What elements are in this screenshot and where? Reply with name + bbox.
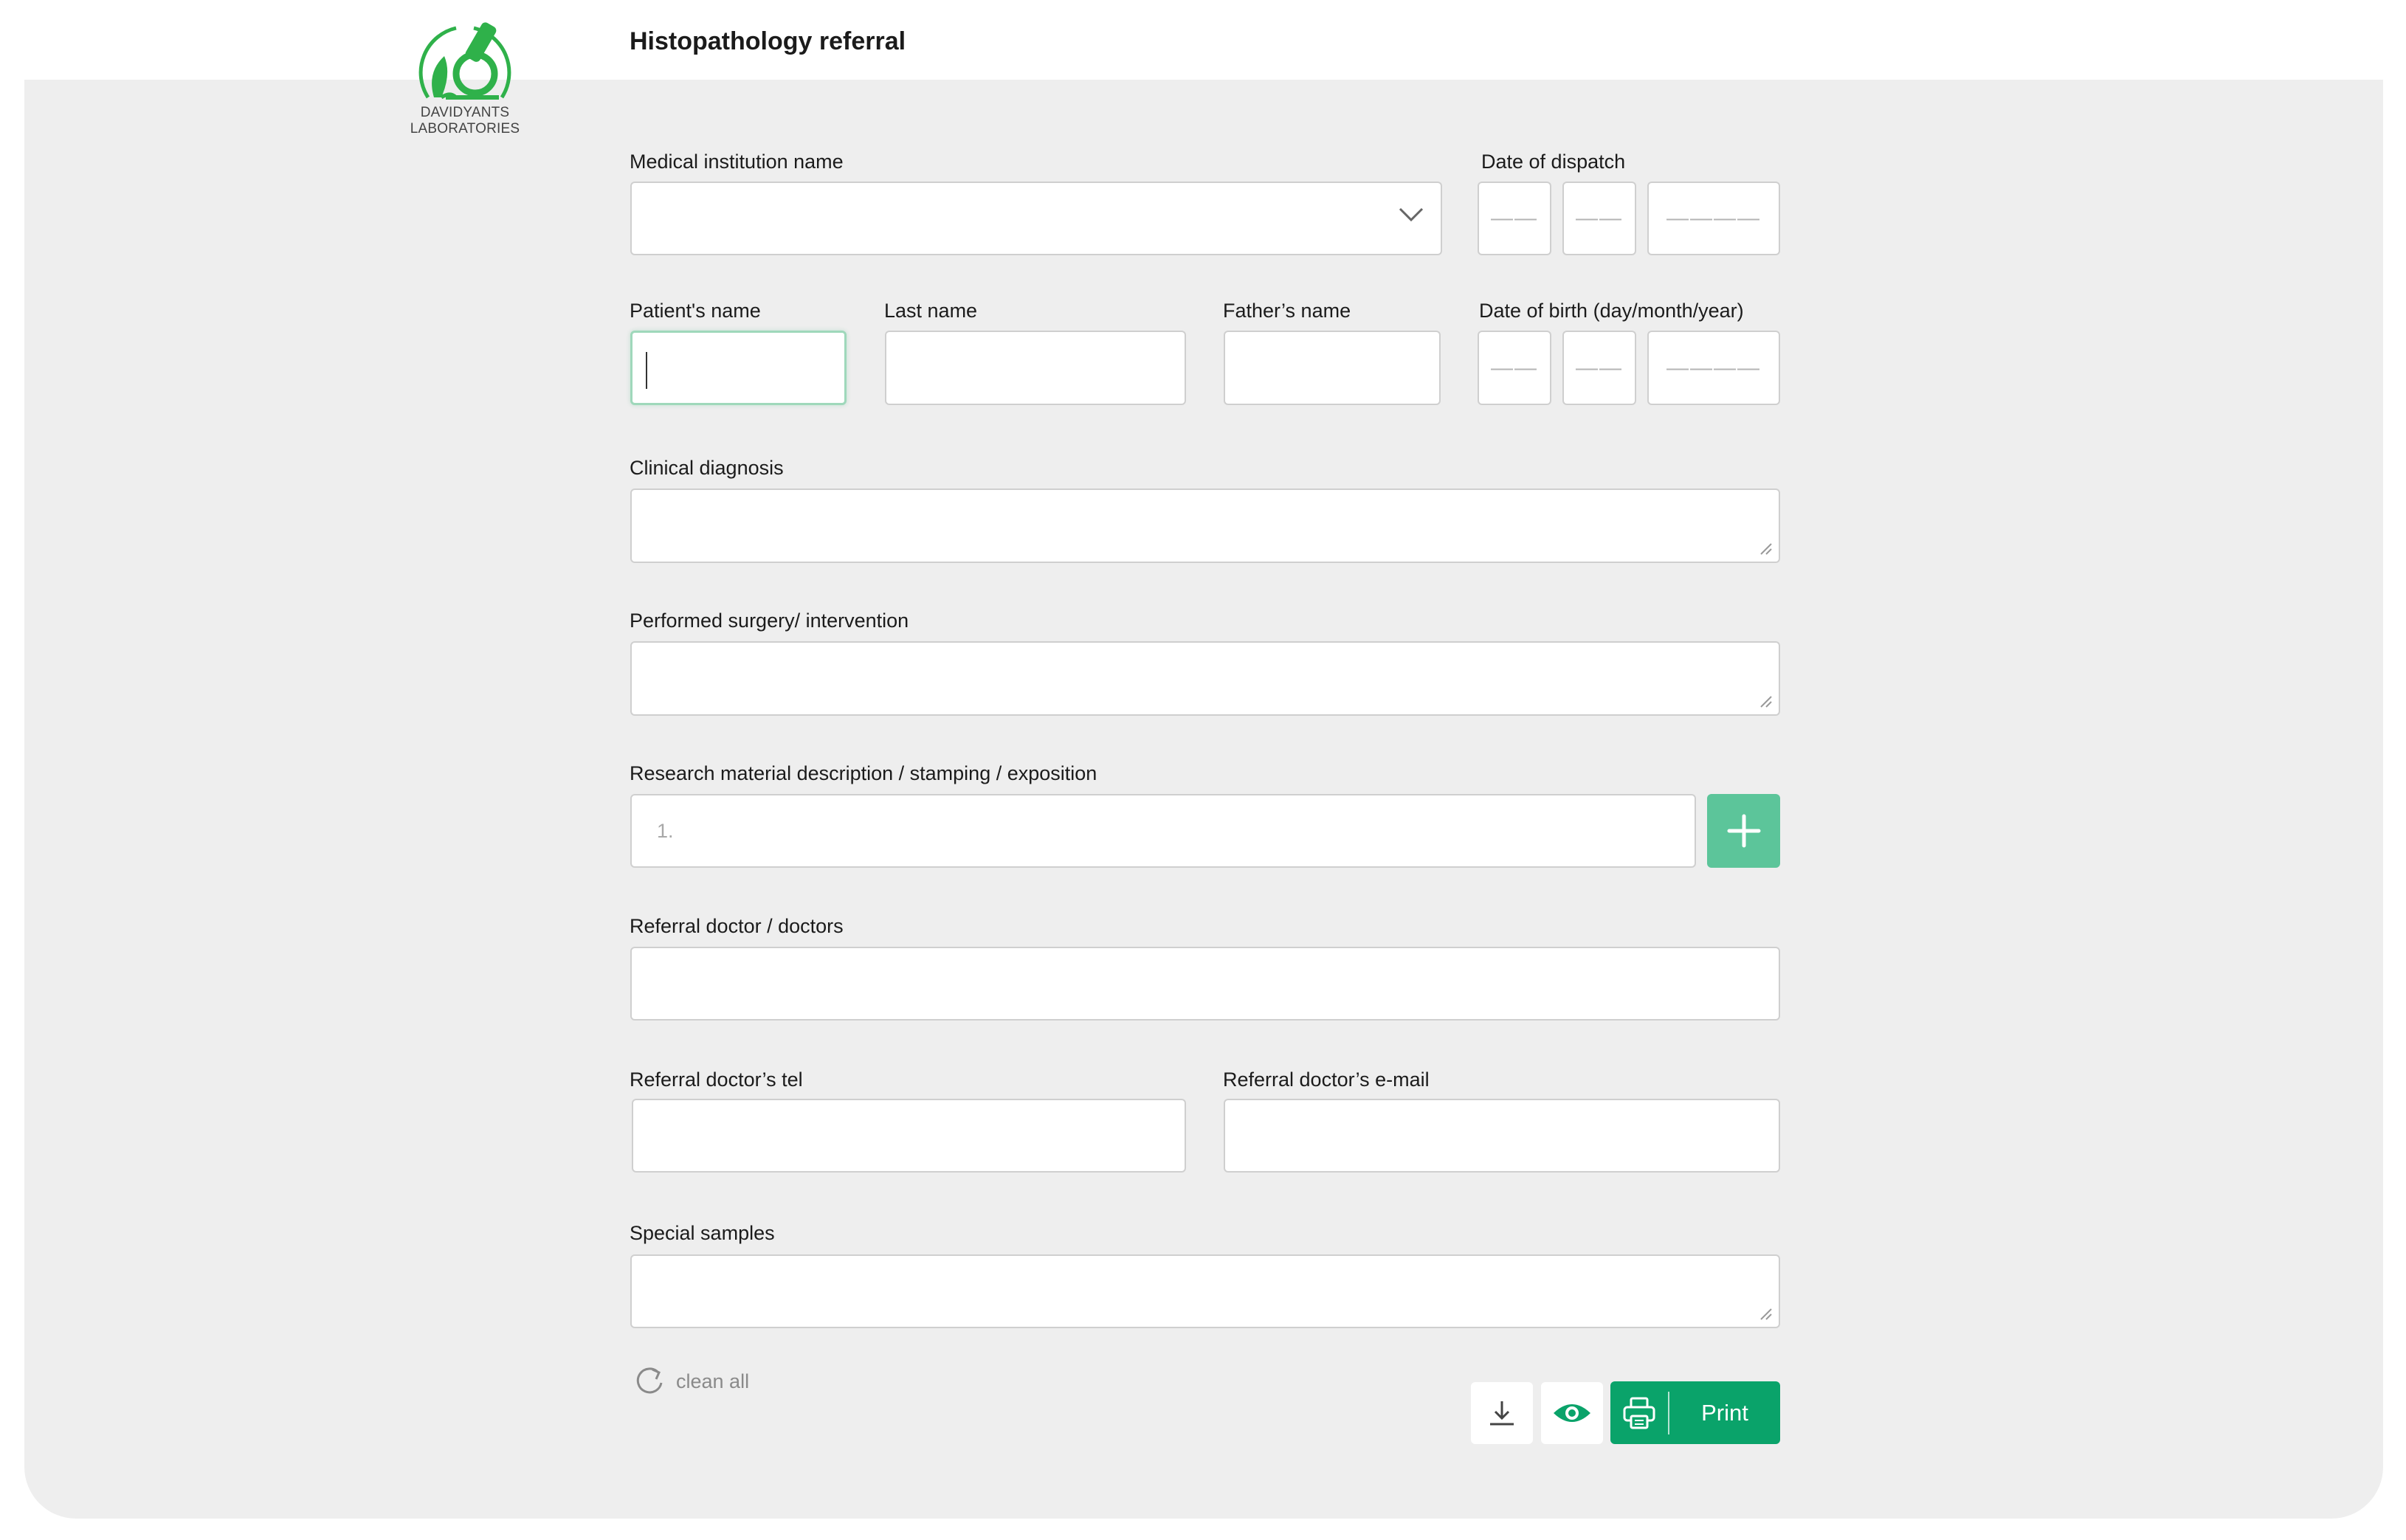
clean-all-button[interactable]: clean all bbox=[633, 1365, 749, 1398]
doctor-tel-input[interactable] bbox=[632, 1099, 1186, 1173]
download-icon bbox=[1490, 1401, 1514, 1426]
brand-logo: DAVIDYANTS LABORATORIES bbox=[369, 21, 561, 137]
referral-doctors-label: Referral doctor / doctors bbox=[630, 915, 844, 937]
dispatch-month-placeholder: —— bbox=[1576, 206, 1623, 230]
dispatch-day-placeholder: —— bbox=[1491, 206, 1538, 230]
brand-name: DAVIDYANTS LABORATORIES bbox=[410, 105, 520, 137]
special-samples-textarea[interactable] bbox=[630, 1254, 1780, 1328]
doctor-email-input[interactable] bbox=[1224, 1099, 1780, 1173]
dispatch-day-field[interactable]: —— bbox=[1478, 182, 1551, 255]
preview-button[interactable] bbox=[1541, 1382, 1603, 1444]
doctor-email-label: Referral doctor’s e-mail bbox=[1223, 1068, 1430, 1091]
birth-day-field[interactable]: —— bbox=[1478, 331, 1551, 405]
father-name-input[interactable] bbox=[1224, 331, 1441, 405]
dispatch-month-field[interactable]: —— bbox=[1562, 182, 1636, 255]
resize-handle-icon[interactable] bbox=[1758, 1306, 1773, 1321]
birth-month-field[interactable]: —— bbox=[1562, 331, 1636, 405]
birth-year-placeholder: ———— bbox=[1666, 355, 1761, 380]
eye-icon bbox=[1554, 1404, 1590, 1422]
patient-name-label: Patient's name bbox=[630, 300, 761, 322]
refresh-icon bbox=[636, 1367, 663, 1394]
patient-name-input[interactable] bbox=[630, 331, 847, 405]
research-material-input[interactable]: 1. bbox=[630, 794, 1696, 868]
plus-icon bbox=[1727, 814, 1760, 848]
clean-all-label: clean all bbox=[676, 1370, 750, 1392]
birth-month-placeholder: —— bbox=[1576, 355, 1623, 380]
printer-icon bbox=[1623, 1397, 1655, 1429]
last-name-input[interactable] bbox=[885, 331, 1186, 405]
download-button[interactable] bbox=[1471, 1382, 1533, 1444]
institution-label: Medical institution name bbox=[630, 151, 844, 173]
last-name-label: Last name bbox=[884, 300, 978, 322]
dispatch-year-placeholder: ———— bbox=[1666, 206, 1761, 230]
birth-date-label: Date of birth (day/month/year) bbox=[1479, 300, 1744, 322]
microscope-leaf-icon bbox=[418, 22, 511, 100]
surgery-label: Performed surgery/ intervention bbox=[630, 610, 909, 632]
resize-handle-icon[interactable] bbox=[1758, 694, 1773, 708]
research-material-placeholder: 1. bbox=[657, 819, 674, 842]
institution-select[interactable] bbox=[630, 182, 1442, 255]
resize-handle-icon[interactable] bbox=[1758, 541, 1773, 556]
research-material-label: Research material description / stamping… bbox=[630, 762, 1097, 784]
page-title: Histopathology referral bbox=[630, 27, 906, 55]
dispatch-year-field[interactable]: ———— bbox=[1647, 182, 1780, 255]
chevron-down-icon bbox=[1399, 207, 1424, 222]
referral-doctors-input[interactable] bbox=[630, 947, 1780, 1021]
birth-day-placeholder: —— bbox=[1491, 355, 1538, 380]
text-caret bbox=[646, 352, 647, 389]
surgery-textarea[interactable] bbox=[630, 641, 1780, 716]
clinical-diagnosis-label: Clinical diagnosis bbox=[630, 457, 784, 479]
dispatch-date-label: Date of dispatch bbox=[1481, 151, 1626, 173]
print-button[interactable]: Print bbox=[1610, 1381, 1780, 1444]
father-name-label: Father’s name bbox=[1223, 300, 1351, 322]
clinical-diagnosis-textarea[interactable] bbox=[630, 488, 1780, 563]
add-material-button[interactable] bbox=[1707, 794, 1780, 868]
doctor-tel-label: Referral doctor’s tel bbox=[630, 1068, 803, 1091]
birth-year-field[interactable]: ———— bbox=[1647, 331, 1780, 405]
print-label: Print bbox=[1701, 1399, 1748, 1426]
special-samples-label: Special samples bbox=[630, 1222, 775, 1244]
